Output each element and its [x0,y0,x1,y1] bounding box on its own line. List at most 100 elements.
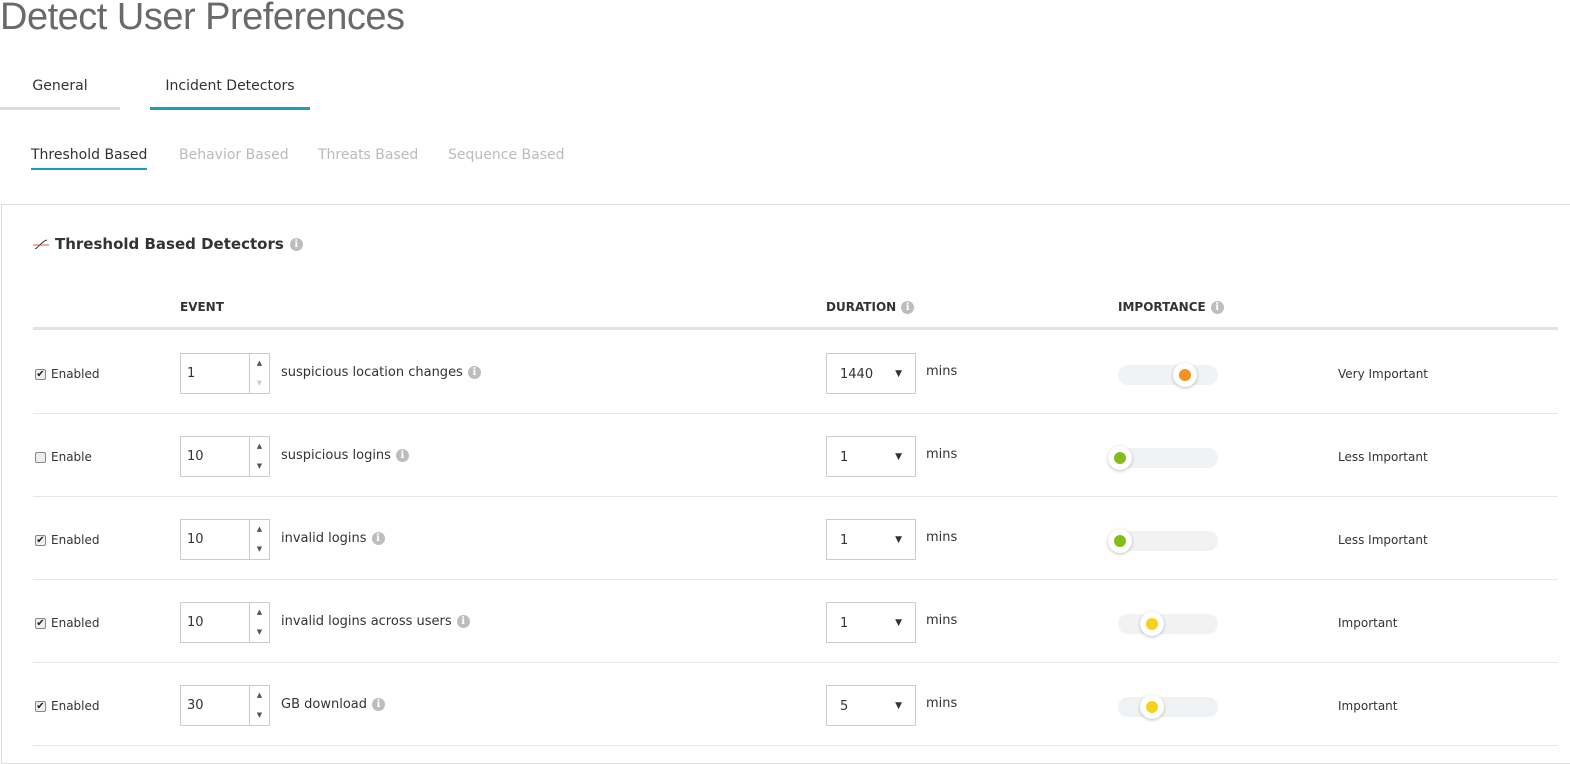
detector-row: ✔ Enabled 10 ▲ ▼ invalid logins across user… [33,580,1558,663]
info-icon[interactable]: i [395,449,409,462]
duration-select[interactable]: 5 ▼ [826,685,916,726]
decrement-icon[interactable]: ▼ [250,457,269,477]
event-label: invalid logins across users i [281,614,470,629]
enable-checkbox[interactable]: ✔ Enabled [35,367,100,381]
checkbox-icon[interactable]: ✔ [35,368,46,380]
duration-unit: mins [926,447,958,462]
tab-general[interactable]: General [0,76,120,110]
decrement-icon[interactable]: ▼ [250,374,269,394]
event-text: invalid logins [281,531,367,546]
count-stepper[interactable]: 10 ▲ ▼ [180,519,270,560]
header-duration-label: DURATION [826,300,897,314]
enable-label: Enabled [51,699,100,713]
tab-incident-detectors[interactable]: Incident Detectors [150,76,310,110]
count-input[interactable]: 10 [181,520,249,559]
detector-row: ✔ Enabled 10 ▲ ▼ invalid logins i 1 ▼ mins Le… [33,497,1558,580]
header-event-label: EVENT [180,300,224,314]
caret-down-icon: ▼ [895,701,902,711]
count-stepper[interactable]: 1 ▲ ▼ [180,353,270,394]
subtab-behavior-based[interactable]: Behavior Based [179,147,289,170]
enable-label: Enabled [51,616,100,630]
subtab-threshold-based[interactable]: Threshold Based [31,147,148,170]
header-divider [33,327,1558,330]
duration-select[interactable]: 1 ▼ [826,519,916,560]
duration-unit: mins [926,613,958,628]
importance-slider[interactable] [1108,529,1218,553]
count-input[interactable]: 10 [181,603,249,642]
slider-thumb[interactable] [1140,695,1164,719]
importance-label: Less Important [1338,450,1428,464]
importance-slider[interactable] [1118,363,1218,387]
count-stepper[interactable]: 30 ▲ ▼ [180,685,270,726]
count-input[interactable]: 1 [181,354,249,393]
info-icon[interactable]: i [467,366,481,379]
duration-value: 1440 [840,367,874,382]
increment-icon[interactable]: ▲ [250,686,269,706]
importance-slider[interactable] [1118,695,1218,719]
subtab-threats-based[interactable]: Threats Based [318,147,418,170]
count-stepper[interactable]: 10 ▲ ▼ [180,436,270,477]
panel-title: Threshold Based Detectors [55,235,284,253]
header-importance: IMPORTANCE i [1118,300,1224,314]
importance-label: Important [1338,616,1398,630]
info-icon[interactable]: i [901,300,915,314]
header-event: EVENT [180,300,224,314]
duration-select[interactable]: 1 ▼ [826,602,916,643]
enable-checkbox[interactable]: ✔ Enabled [35,616,100,630]
caret-down-icon: ▼ [895,618,902,628]
event-label: invalid logins i [281,531,385,546]
header-duration: DURATION i [826,300,915,314]
checkbox-icon[interactable]: ✔ [35,617,46,629]
duration-value: 1 [840,616,849,631]
event-text: invalid logins across users [281,614,452,629]
increment-icon[interactable]: ▲ [250,354,269,374]
caret-down-icon: ▼ [895,535,902,545]
duration-unit: mins [926,530,958,545]
detector-row: ✔ Enabled 1 ▲ ▼ suspicious location changes… [33,331,1558,414]
duration-select[interactable]: 1440 ▼ [826,353,916,394]
duration-select[interactable]: 1 ▼ [826,436,916,477]
duration-value: 5 [840,699,849,714]
caret-down-icon: ▼ [895,369,902,379]
checkbox-icon[interactable]: ✔ [35,700,46,712]
event-label: suspicious logins i [281,448,409,463]
importance-label: Less Important [1338,533,1428,547]
info-icon[interactable]: i [371,532,385,545]
detector-row: ✔ Enabled 30 ▲ ▼ GB download i 5 ▼ mins Impor… [33,663,1558,746]
count-input[interactable]: 10 [181,437,249,476]
decrement-icon[interactable]: ▼ [250,623,269,643]
info-icon[interactable]: i [289,237,303,251]
duration-value: 1 [840,450,849,465]
slider-thumb[interactable] [1140,612,1164,636]
event-text: suspicious location changes [281,365,463,380]
decrement-icon[interactable]: ▼ [250,706,269,726]
slider-thumb[interactable] [1173,363,1197,387]
info-icon[interactable]: i [372,698,385,711]
importance-label: Very Important [1338,367,1428,381]
threshold-icon [33,239,49,249]
increment-icon[interactable]: ▲ [250,603,269,623]
enable-checkbox[interactable]: ✔ Enabled [35,533,100,547]
count-stepper[interactable]: 10 ▲ ▼ [180,602,270,643]
increment-icon[interactable]: ▲ [250,437,269,457]
subtab-sequence-based[interactable]: Sequence Based [448,147,564,170]
info-icon[interactable]: i [1210,300,1224,314]
event-label: suspicious location changes i [281,365,481,380]
decrement-icon[interactable]: ▼ [250,540,269,560]
enable-checkbox[interactable]: Enable [35,450,92,464]
checkbox-icon[interactable] [35,451,46,463]
importance-slider[interactable] [1108,446,1218,470]
slider-thumb[interactable] [1108,446,1132,470]
page-title: Detect User Preferences [0,0,405,38]
event-text: suspicious logins [281,448,391,463]
slider-thumb[interactable] [1108,529,1132,553]
panel-header: Threshold Based Detectors i [33,235,303,253]
enable-checkbox[interactable]: ✔ Enabled [35,699,100,713]
checkbox-icon[interactable]: ✔ [35,534,46,546]
importance-slider[interactable] [1118,612,1218,636]
duration-unit: mins [926,696,958,711]
duration-value: 1 [840,533,849,548]
increment-icon[interactable]: ▲ [250,520,269,540]
count-input[interactable]: 30 [181,686,249,725]
info-icon[interactable]: i [456,615,470,628]
